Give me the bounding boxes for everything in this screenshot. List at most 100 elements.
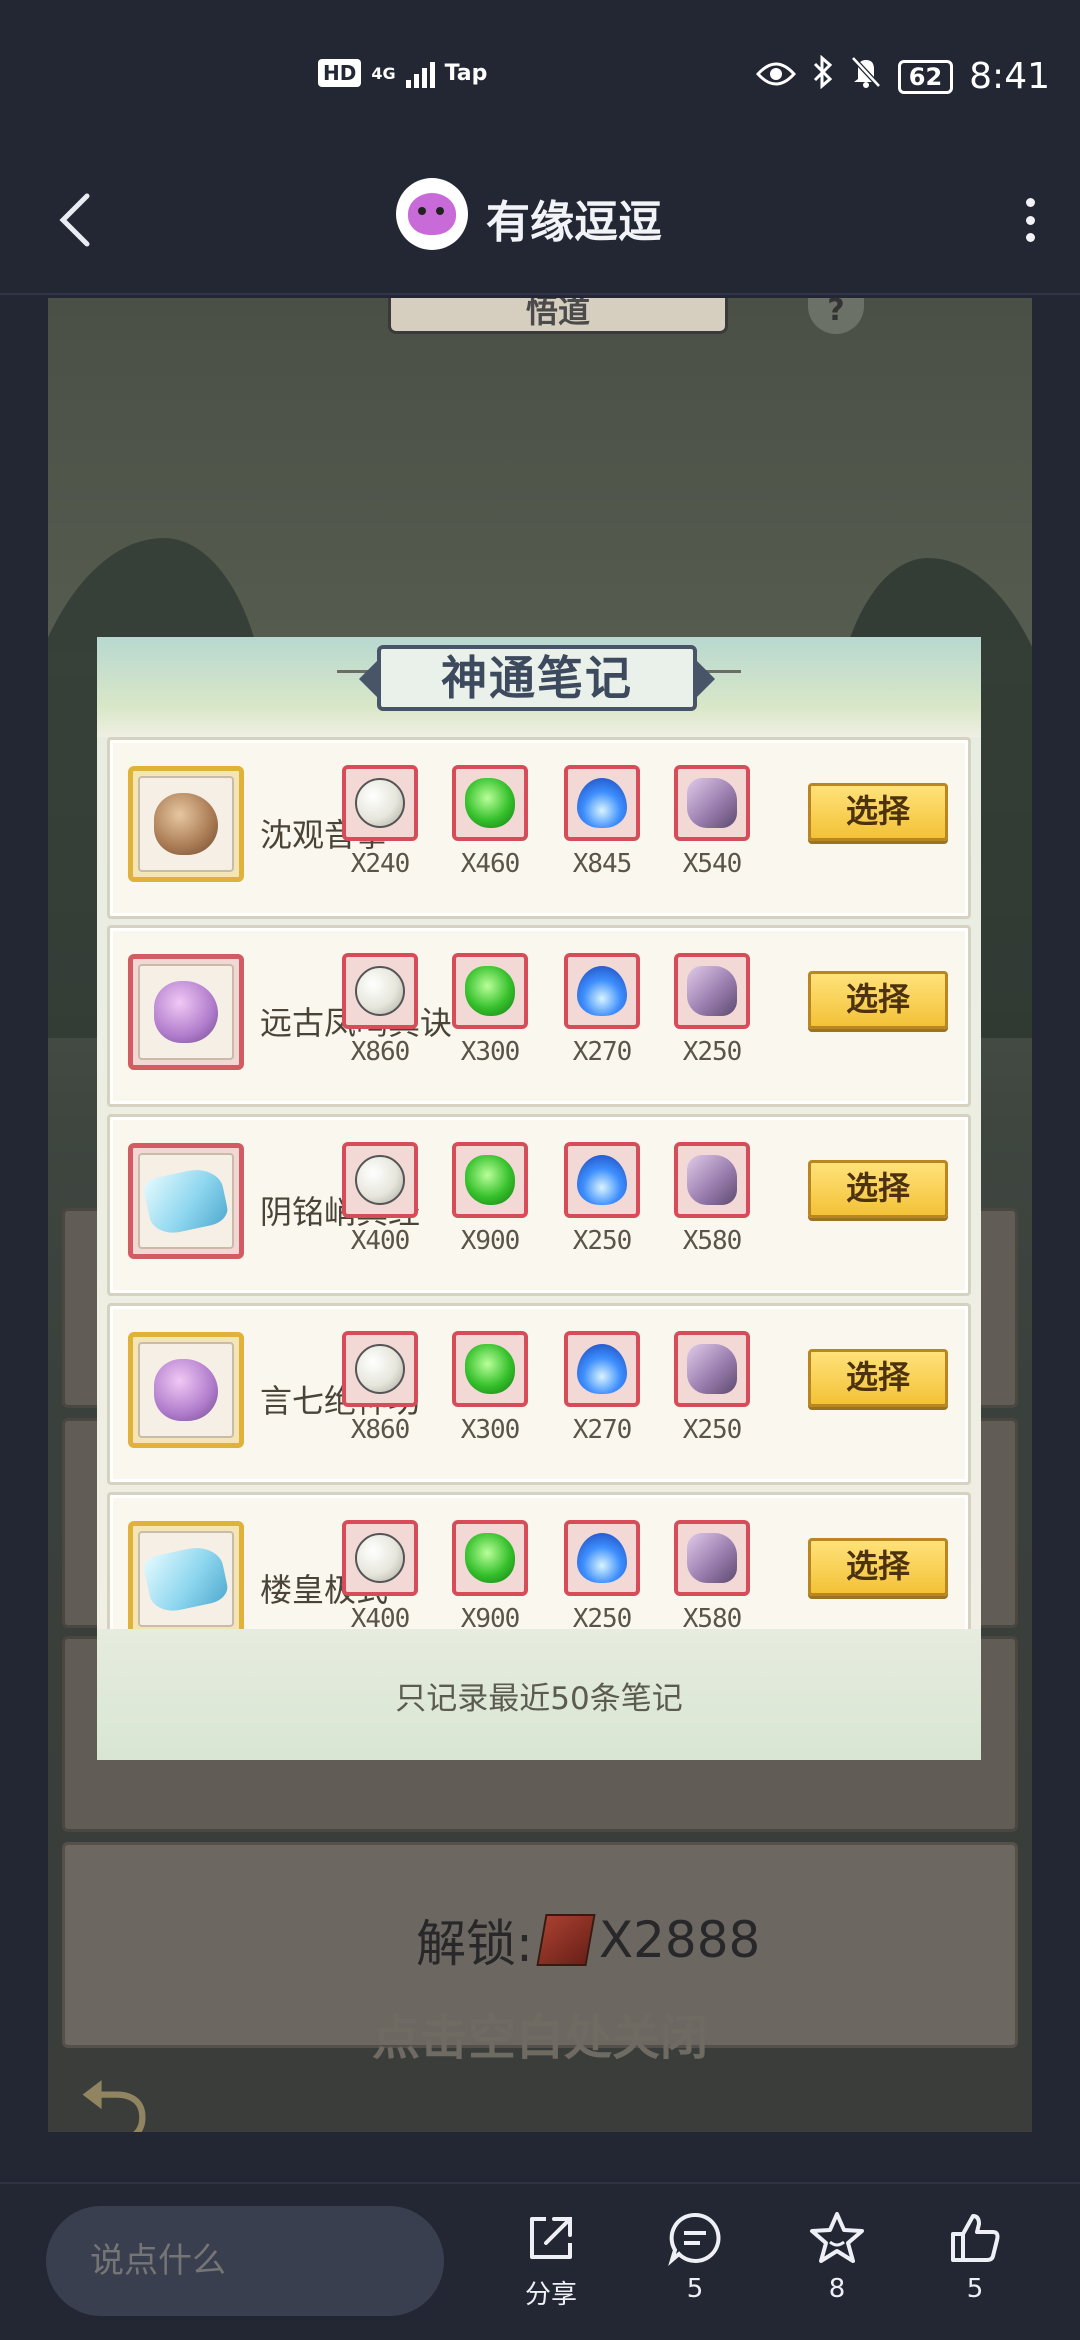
status-bar: HD 4G Tap 62 8:41: [0, 0, 1080, 150]
status-left: HD 4G Tap: [318, 58, 487, 88]
app-screen: HD 4G Tap 62 8:41 有缘逗逗 悟道 ? 解锁: X2888 点击…: [0, 0, 1080, 2340]
list-item: 阴铭峭真经 X400 X900 X250 X580 选择: [107, 1114, 971, 1296]
blue-flame-material: X270: [564, 1331, 640, 1445]
blue-flame-material: X250: [564, 1142, 640, 1256]
favorite-count: 8: [828, 2274, 846, 2304]
purple-ore-icon: [674, 765, 750, 841]
bell-muted-icon: [850, 55, 882, 98]
close-tip: 点击空白处关闭: [371, 2010, 708, 2066]
share-icon: [521, 2208, 581, 2268]
share-label: 分享: [524, 2280, 577, 2310]
green-jade-material: X900: [452, 1520, 528, 1629]
select-button[interactable]: 选择: [808, 1349, 948, 1407]
bg-panel-title: 悟道: [388, 298, 728, 334]
pearl-icon: [342, 1142, 418, 1218]
blue-flame-icon: [564, 1520, 640, 1596]
pearl-icon: [342, 765, 418, 841]
signal-icon: [405, 58, 435, 88]
pearl-material: X860: [342, 1331, 418, 1445]
avatar[interactable]: [396, 178, 468, 250]
skill-stone-icon: [128, 954, 244, 1070]
skill-notes-dialog: 神通笔记 沈观音拳X240X460X845X540选择远古凤鸣真诀X860X30…: [97, 637, 981, 1760]
app-header: 有缘逗逗: [0, 150, 1080, 295]
list-item: 楼皇极式 X400 X900 X250 X580 选择: [107, 1492, 971, 1629]
comment-input[interactable]: [46, 2206, 444, 2316]
purple-ore-icon: [674, 953, 750, 1029]
material-count: X400: [350, 1226, 411, 1256]
star-icon: [807, 2208, 867, 2268]
material-count: X400: [350, 1604, 411, 1629]
carrier-label: Tap: [444, 60, 488, 86]
green-jade-material: X460: [452, 765, 528, 879]
comment-button[interactable]: 5: [640, 2208, 750, 2304]
material-count: X460: [460, 849, 521, 879]
hd-badge: HD: [318, 59, 362, 87]
green-jade-material: X300: [452, 953, 528, 1067]
blue-flame-icon: [564, 953, 640, 1029]
material-count: X240: [350, 849, 411, 879]
material-count: X845: [572, 849, 633, 879]
blue-flame-material: X250: [564, 1520, 640, 1629]
material-count: X900: [460, 1604, 521, 1629]
material-count: X860: [350, 1037, 411, 1067]
green-jade-icon: [452, 765, 528, 841]
material-count: X580: [682, 1226, 743, 1256]
bottom-action-bar: 分享 5 8 5: [0, 2182, 1080, 2340]
like-count: 5: [966, 2274, 984, 2304]
pearl-material: X400: [342, 1142, 418, 1256]
list-item: 沈观音拳 X240 X460 X845 X540 选择: [107, 737, 971, 919]
list-item: 远古凤鸣真诀X860X300X270X250选择: [107, 925, 971, 1107]
skill-stone-icon: [128, 766, 244, 882]
skill-stone-icon: [128, 1521, 244, 1629]
purple-ore-material: X580: [674, 1142, 750, 1256]
pearl-material: X860: [342, 953, 418, 1067]
footer-note: 只记录最近50条笔记: [395, 1681, 683, 1717]
material-count: X540: [682, 849, 743, 879]
more-options-button[interactable]: [1020, 190, 1040, 250]
material-count: X250: [572, 1226, 633, 1256]
material-count: X270: [572, 1037, 633, 1067]
return-arrow-icon[interactable]: ⮌: [78, 2068, 228, 2133]
unlock-cost: 解锁: X2888: [416, 1904, 760, 1976]
select-button[interactable]: 选择: [808, 1538, 948, 1596]
material-count: X250: [682, 1415, 743, 1445]
pearl-icon: [342, 1331, 418, 1407]
select-button[interactable]: 选择: [808, 971, 948, 1029]
green-jade-icon: [452, 1520, 528, 1596]
eye-icon: [755, 56, 796, 97]
battery-indicator: 62: [897, 59, 954, 94]
bluetooth-icon: [812, 54, 834, 98]
material-count: X250: [572, 1604, 633, 1629]
material-count: X900: [460, 1226, 521, 1256]
comment-icon: [665, 2208, 725, 2268]
green-jade-icon: [452, 1142, 528, 1218]
list-item: 言七绝神功 X860 X300 X270 X250 选择: [107, 1303, 971, 1485]
help-button[interactable]: ?: [808, 298, 864, 334]
red-gem-icon: [536, 1914, 596, 1966]
material-count: X300: [460, 1415, 521, 1445]
green-jade-material: X900: [452, 1142, 528, 1256]
status-right: 62 8:41: [755, 54, 1050, 98]
skill-stone-icon: [128, 1332, 244, 1448]
network-type: 4G: [371, 63, 396, 83]
notes-list[interactable]: 沈观音拳X240X460X845X540选择远古凤鸣真诀X860X300X270…: [107, 737, 971, 1629]
material-count: X580: [682, 1604, 743, 1629]
unlock-amount: X2888: [598, 1911, 761, 1969]
select-button[interactable]: 选择: [808, 783, 948, 841]
select-button[interactable]: 选择: [808, 1160, 948, 1218]
material-count: X300: [460, 1037, 521, 1067]
like-button[interactable]: 5: [920, 2208, 1030, 2304]
purple-ore-material: X540: [674, 765, 750, 879]
unlock-label: 解锁:: [416, 1915, 533, 1973]
favorite-button[interactable]: 8: [782, 2208, 892, 2304]
material-count: X270: [572, 1415, 633, 1445]
dialog-title-wrap: 神通笔记: [359, 645, 715, 711]
pearl-material: X240: [342, 765, 418, 879]
clock: 8:41: [969, 56, 1050, 97]
green-jade-material: X300: [452, 1331, 528, 1445]
thumbs-up-icon: [945, 2208, 1005, 2268]
green-jade-icon: [452, 953, 528, 1029]
back-button[interactable]: [44, 185, 104, 255]
share-button[interactable]: 分享: [496, 2208, 606, 2311]
purple-ore-icon: [674, 1142, 750, 1218]
